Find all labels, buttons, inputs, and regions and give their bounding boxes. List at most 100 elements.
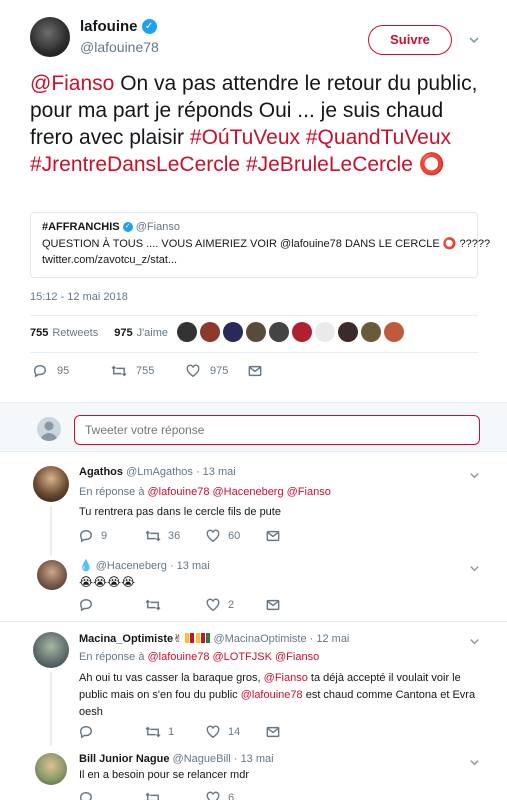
tweet-link[interactable]: #JeBruleLeCercle: [246, 153, 413, 176]
retweets-count[interactable]: 755: [30, 327, 48, 339]
reply-author-handle[interactable]: @NagueBill: [173, 753, 231, 765]
mention-link[interactable]: @Fianso: [264, 672, 308, 684]
liker-avatar[interactable]: [177, 322, 197, 342]
like-icon[interactable]: [186, 364, 200, 378]
like-icon[interactable]: [206, 791, 220, 800]
tweet-link[interactable]: ⭕: [413, 153, 445, 176]
reply-date[interactable]: · 13 mai: [170, 560, 210, 572]
reply-avatar[interactable]: [33, 466, 69, 502]
likers-avatars: [177, 322, 404, 342]
like-count: 6: [228, 792, 235, 800]
liker-avatar[interactable]: [338, 322, 358, 342]
reply-author-name[interactable]: 💧: [79, 560, 93, 572]
tweet-link[interactable]: #JrentreDansLeCercle: [30, 153, 240, 176]
reply-to-mentions[interactable]: @lafouine78 @LOTFJSK @Fianso: [148, 651, 320, 663]
reply-avatar[interactable]: [33, 632, 69, 668]
retweet-icon[interactable]: [145, 529, 161, 543]
reply-text: Tu rentrera pas dans le cercle fils de p…: [79, 506, 281, 518]
reply-author-handle[interactable]: @LmAgathos: [126, 466, 193, 478]
chevron-down-icon[interactable]: [469, 755, 480, 773]
reply-date[interactable]: · 13 mai: [234, 753, 274, 765]
reply-author-name[interactable]: Bill Junior Nague: [79, 753, 169, 765]
reply-date[interactable]: · 13 mai: [196, 466, 236, 478]
like-icon[interactable]: [206, 598, 220, 612]
liker-avatar[interactable]: [384, 322, 404, 342]
like-count: 14: [228, 726, 241, 738]
liker-avatar[interactable]: [200, 322, 220, 342]
liker-avatar[interactable]: [292, 322, 312, 342]
reply-author-name[interactable]: Macina_Optimiste✌: [79, 633, 182, 645]
retweet-count: 36: [168, 530, 181, 542]
tweet-link[interactable]: #OúTuVeux: [190, 126, 300, 149]
quoted-tweet[interactable]: #AFFRANCHIS ✓ @Fianso QUESTION À TOUS ..…: [30, 212, 491, 278]
message-icon[interactable]: [266, 598, 280, 612]
chevron-down-icon[interactable]: [468, 33, 480, 45]
like-icon[interactable]: [206, 529, 220, 543]
like-icon[interactable]: [206, 725, 220, 739]
reply-count: 95: [57, 365, 70, 377]
reply-icon[interactable]: [79, 791, 93, 800]
reply-icon[interactable]: [79, 725, 93, 739]
reply-date[interactable]: · 12 mai: [310, 633, 350, 645]
reply-text: Ah oui tu vas casser la baraque gros, @F…: [79, 670, 484, 721]
chevron-down-icon[interactable]: [469, 634, 480, 652]
reply-to-prefix: En réponse à: [79, 651, 145, 663]
author-name[interactable]: lafouine: [80, 18, 138, 35]
liker-avatar[interactable]: [315, 322, 335, 342]
like-count: 975: [210, 365, 229, 377]
user-avatar: [37, 417, 61, 441]
thread-line: [50, 672, 52, 746]
verified-badge-icon: ✓: [122, 222, 133, 233]
quoted-author-name: #AFFRANCHIS: [42, 221, 120, 233]
message-icon[interactable]: [266, 725, 280, 739]
mention-link[interactable]: @lafouine78: [241, 689, 303, 701]
retweets-label[interactable]: Retweets: [52, 327, 98, 339]
reply-text: 😭😭😭😭: [79, 575, 136, 589]
reply-avatar[interactable]: [37, 560, 67, 590]
tweet-link[interactable]: #QuandTuVeux: [306, 126, 451, 149]
chevron-down-icon[interactable]: [469, 561, 480, 579]
follow-button[interactable]: Suivre: [368, 25, 452, 55]
like-count: 2: [228, 599, 235, 611]
follow-button-label: Suivre: [390, 32, 430, 47]
retweet-icon[interactable]: [145, 598, 161, 612]
reply-composer: [0, 402, 507, 452]
reply-author-handle[interactable]: @Haceneberg: [96, 560, 167, 572]
retweet-icon[interactable]: [111, 364, 127, 378]
reply-input[interactable]: [85, 416, 469, 444]
message-icon[interactable]: [266, 529, 280, 543]
thread-line: [50, 506, 52, 556]
reply-avatar[interactable]: [35, 753, 67, 785]
reply-text-part: Ah oui tu vas casser la baraque gros,: [79, 672, 264, 684]
likes-count[interactable]: 975: [114, 327, 132, 339]
tweet-timestamp[interactable]: 15:12 - 12 mai 2018: [30, 291, 128, 303]
reply-icon[interactable]: [79, 529, 93, 543]
message-icon[interactable]: [248, 364, 262, 378]
tweet-text: @Fianso On va pas attendre le retour du …: [30, 70, 485, 178]
reply-to-mentions[interactable]: @lafouine78 @Haceneberg @Fianso: [148, 486, 331, 498]
chevron-down-icon[interactable]: [469, 468, 480, 486]
reply-author-handle[interactable]: @MacinaOptimiste: [213, 633, 306, 645]
retweet-icon[interactable]: [145, 791, 161, 800]
like-count: 60: [228, 530, 241, 542]
quoted-text: QUESTION À TOUS .... VOUS AIMERIEZ VOIR …: [42, 238, 491, 250]
quoted-author-handle: @Fianso: [135, 221, 180, 233]
retweet-count: 755: [136, 365, 155, 377]
reply-icon[interactable]: [79, 598, 93, 612]
reply-icon[interactable]: [33, 364, 47, 378]
retweet-icon[interactable]: [145, 725, 161, 739]
reply-author-name[interactable]: Agathos: [79, 466, 123, 478]
reply-text: Il en a besoin pour se relancer mdr: [79, 769, 249, 781]
liker-avatar[interactable]: [269, 322, 289, 342]
liker-avatar[interactable]: [246, 322, 266, 342]
flag-badges: [185, 632, 211, 646]
author-avatar[interactable]: [30, 17, 70, 57]
retweet-count: 1: [168, 726, 175, 738]
quoted-link[interactable]: twitter.com/zavotcu_z/stat...: [42, 254, 466, 266]
tweet-link[interactable]: @Fianso: [30, 72, 114, 95]
likes-label[interactable]: J'aime: [137, 327, 168, 339]
divider: [30, 315, 478, 316]
liker-avatar[interactable]: [223, 322, 243, 342]
liker-avatar[interactable]: [361, 322, 381, 342]
author-handle[interactable]: @lafouine78: [80, 39, 159, 55]
